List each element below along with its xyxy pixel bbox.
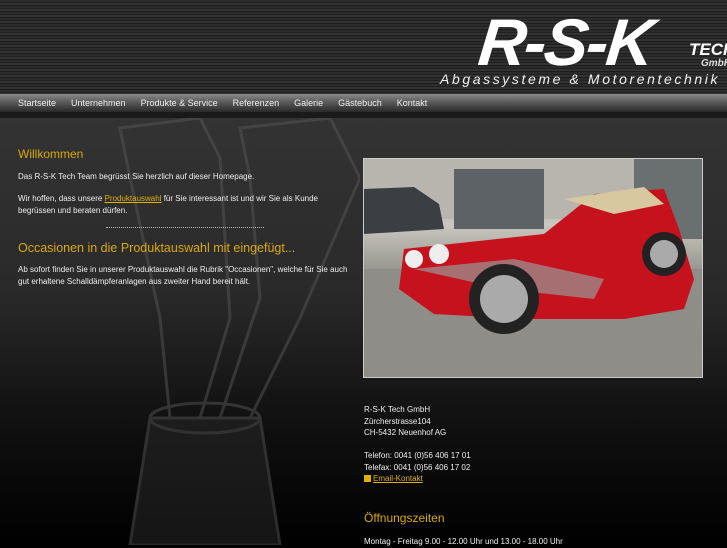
nav-unternehmen[interactable]: Unternehmen [71,98,126,108]
logo[interactable]: R-S-K TECH GmbH Abgassysteme & Motorente… [427,0,727,94]
city: CH-5432 Neuenhof AG [364,428,447,437]
divider [106,227,264,228]
content-left: Willkommen Das R-S-K Tech Team begrüsst … [18,148,353,298]
company-name: R-S-K Tech GmbH [364,405,431,414]
nav-referenzen[interactable]: Referenzen [233,98,280,108]
main-nav: Startseite Unternehmen Produkte & Servic… [0,94,727,112]
logo-tagline: Abgassysteme & Motorentechnik [440,71,721,87]
nav-gaestebuch[interactable]: Gästebuch [338,98,382,108]
hours-text: Montag - Freitag 9.00 - 12.00 Uhr und 13… [364,537,563,546]
produktauswahl-link[interactable]: Produktauswahl [105,194,162,203]
news-text: Ab sofort finden Sie in unserer Produkta… [18,265,348,286]
logo-gmbh: GmbH [701,58,727,69]
email-icon [364,475,371,482]
news-title: Occasionen in die Produktauswahl mit ein… [18,241,296,255]
logo-text: R-S-K [475,5,657,79]
fax: Telefax: 0041 (0)56 406 17 02 [364,462,471,472]
header: R-S-K TECH GmbH Abgassysteme & Motorente… [0,0,727,94]
logo-tech: TECH [689,40,727,59]
welcome-title: Willkommen [18,147,84,161]
hours-title: Öffnungszeiten [364,510,445,525]
street: Zürcherstrasse104 [364,416,431,426]
email-contact-link[interactable]: Email-Kontakt [373,474,423,483]
nav-galerie[interactable]: Galerie [294,98,323,108]
nav-produkte-service[interactable]: Produkte & Service [141,98,218,108]
text: Wir hoffen, dass unsere [18,194,105,203]
nav-startseite[interactable]: Startseite [18,98,56,108]
car-photo [363,158,703,378]
welcome-text-2: Wir hoffen, dass unsere Produktauswahl f… [18,193,353,217]
welcome-text: Das R-S-K Tech Team begrüsst Sie herzlic… [18,172,255,181]
phone: Telefon: 0041 (0)56 406 17 01 [364,451,471,460]
contact-info: R-S-K Tech GmbH Zürcherstrasse104 CH-543… [364,404,563,548]
nav-kontakt[interactable]: Kontakt [397,98,428,108]
